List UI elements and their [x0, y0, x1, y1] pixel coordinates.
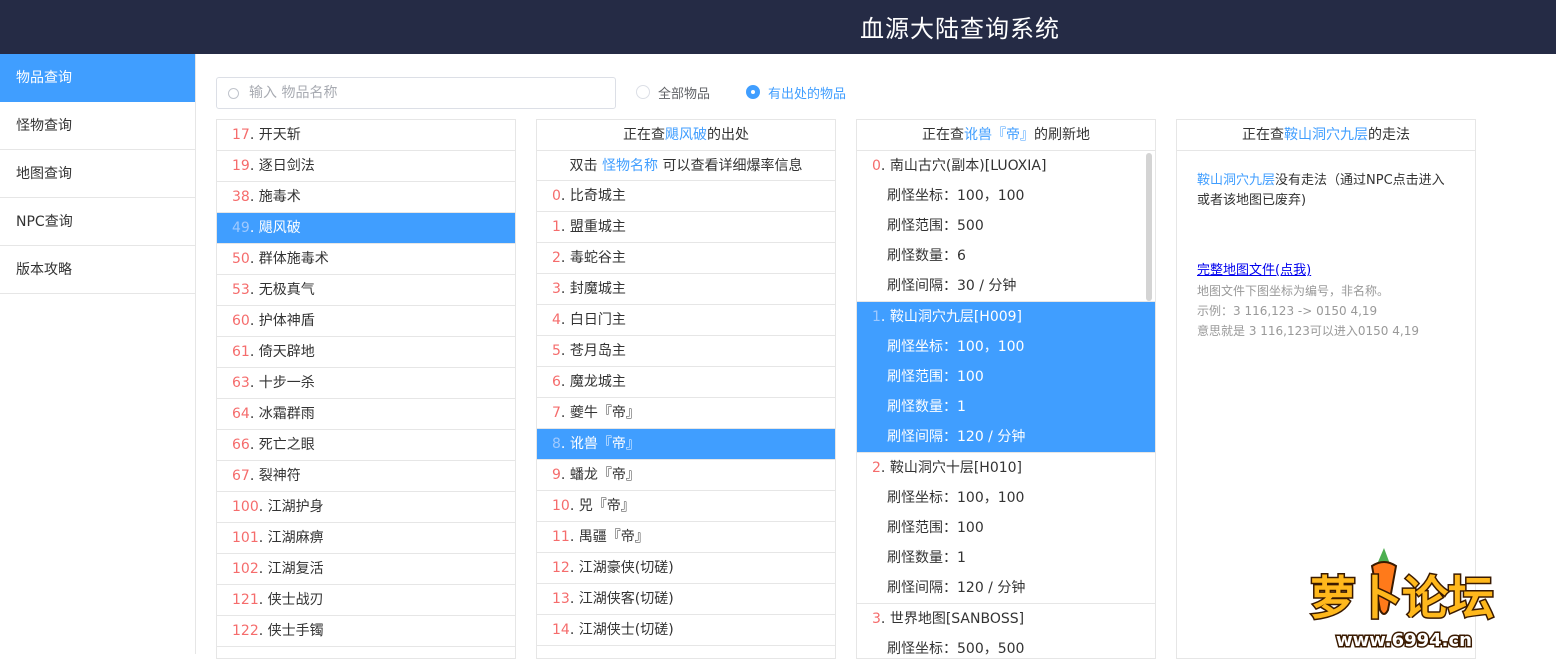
list-item[interactable]: 67. 裂神符 [217, 461, 515, 492]
monster-row[interactable]: 14. 江湖侠士(切磋) [537, 615, 835, 646]
monster-row[interactable]: 2. 毒蛇谷主 [537, 243, 835, 274]
radio-checked-icon [746, 85, 760, 99]
sidebar-item-items[interactable]: 物品查询 [0, 54, 195, 102]
list-item[interactable]: 19. 逐日剑法 [217, 151, 515, 182]
list-item[interactable]: 66. 死亡之眼 [217, 430, 515, 461]
route-description: 鞍山洞穴九层没有走法（通过NPC点击进入或者该地图已废弃) [1197, 173, 1445, 208]
list-item[interactable]: 60. 护体神盾 [217, 306, 515, 337]
map-file-link[interactable]: 完整地图文件(点我) [1197, 261, 1311, 281]
sidebar-item-npc[interactable]: NPC查询 [0, 198, 195, 246]
spawn-location[interactable]: 2. 鞍山洞穴十层[H010] 刷怪坐标：100，100 刷怪范围：100 刷怪… [857, 453, 1155, 604]
monster-row-selected[interactable]: 8. 讹兽『帝』 [537, 429, 835, 460]
monster-row[interactable]: 12. 江湖豪侠(切磋) [537, 553, 835, 584]
sidebar-item-guide[interactable]: 版本攻略 [0, 246, 195, 294]
app-title: 血源大陆查询系统 [860, 15, 1060, 43]
list-item[interactable]: 122. 侠士手镯 [217, 616, 515, 647]
list-item[interactable]: 63. 十步一杀 [217, 368, 515, 399]
list-item[interactable]: 50. 群体施毒术 [217, 244, 515, 275]
sidebar-item-monsters[interactable]: 怪物查询 [0, 102, 195, 150]
panel-title: 正在查讹兽『帝』的刷新地 [857, 120, 1155, 151]
scrollbar[interactable] [1146, 153, 1152, 301]
filter-items-with-source[interactable]: 有出处的物品 [746, 82, 846, 102]
search-box [216, 77, 616, 109]
spawn-location[interactable]: 3. 世界地图[SANBOSS] 刷怪坐标：500，500 [857, 604, 1155, 658]
filter-label: 全部物品 [658, 86, 711, 102]
monster-row[interactable]: 4. 白日门主 [537, 305, 835, 336]
list-item[interactable]: 38. 施毒术 [217, 182, 515, 213]
filter-label: 有出处的物品 [768, 86, 847, 102]
sidebar-item-maps[interactable]: 地图查询 [0, 150, 195, 198]
list-item[interactable]: 64. 冰霜群雨 [217, 399, 515, 430]
search-input[interactable] [249, 78, 609, 108]
panel-title: 正在查鞍山洞穴九层的走法 [1177, 120, 1475, 151]
radio-icon [636, 85, 650, 99]
sidebar: 物品查询 怪物查询 地图查询 NPC查询 版本攻略 [0, 54, 196, 654]
spawn-location[interactable]: 0. 南山古穴(副本)[LUOXIA] 刷怪坐标：100，100 刷怪范围：50… [857, 151, 1155, 302]
monster-row[interactable]: 3. 封魔城主 [537, 274, 835, 305]
monster-row[interactable]: 5. 苍月岛主 [537, 336, 835, 367]
panel-hint: 双击 怪物名称 可以查看详细爆率信息 [537, 151, 835, 181]
list-item[interactable]: 100. 江湖护身 [217, 492, 515, 523]
items-list-panel: 17. 开天斩 19. 逐日剑法 38. 施毒术 49. 飓风破 50. 群体施… [216, 119, 516, 659]
item-source-panel: 正在查飓风破的出处 双击 怪物名称 可以查看详细爆率信息 0. 比奇城主 1. … [536, 119, 836, 659]
watermark-title: 萝卜论坛 [1310, 571, 1494, 625]
panel-title: 正在查飓风破的出处 [537, 120, 835, 151]
note-line: 地图文件下图坐标为编号，非名称。 [1197, 284, 1390, 298]
watermark-url: www.6994.cn [1336, 630, 1472, 651]
list-item[interactable]: 102. 江湖复活 [217, 554, 515, 585]
list-item[interactable]: 53. 无极真气 [217, 275, 515, 306]
site-watermark-logo: 萝卜论坛 www.6994.cn [1309, 548, 1496, 653]
monster-row[interactable]: 11. 禺疆『帝』 [537, 522, 835, 553]
monster-row[interactable]: 1. 盟重城主 [537, 212, 835, 243]
top-bar: 血源大陆查询系统 [0, 0, 1556, 54]
list-item[interactable]: 101. 江湖麻痹 [217, 523, 515, 554]
search-icon [228, 88, 239, 99]
monster-row[interactable]: 0. 比奇城主 [537, 181, 835, 212]
monster-row[interactable]: 9. 蟠龙『帝』 [537, 460, 835, 491]
spawn-location-selected[interactable]: 1. 鞍山洞穴九层[H009] 刷怪坐标：100，100 刷怪范围：100 刷怪… [857, 302, 1155, 453]
monster-row[interactable]: 10. 兕『帝』 [537, 491, 835, 522]
list-item[interactable]: 17. 开天斩 [217, 120, 515, 151]
monster-row[interactable]: 7. 夔牛『帝』 [537, 398, 835, 429]
note-line: 示例：3 116,123 -> 0150 4,19 [1197, 304, 1378, 318]
monster-row[interactable]: 13. 江湖侠客(切磋) [537, 584, 835, 615]
monster-row[interactable]: 6. 魔龙城主 [537, 367, 835, 398]
filter-all-items[interactable]: 全部物品 [636, 82, 710, 102]
list-item[interactable]: 121. 侠士战刃 [217, 585, 515, 616]
list-item-selected[interactable]: 49. 飓风破 [217, 213, 515, 244]
spawn-location-panel: 正在查讹兽『帝』的刷新地 0. 南山古穴(副本)[LUOXIA] 刷怪坐标：10… [856, 119, 1156, 659]
route-info: 鞍山洞穴九层没有走法（通过NPC点击进入或者该地图已废弃) 完整地图文件(点我)… [1177, 151, 1475, 361]
list-item[interactable]: 61. 倚天辟地 [217, 337, 515, 368]
note-line: 意思就是 3 116,123可以进入0150 4,19 [1197, 324, 1419, 338]
